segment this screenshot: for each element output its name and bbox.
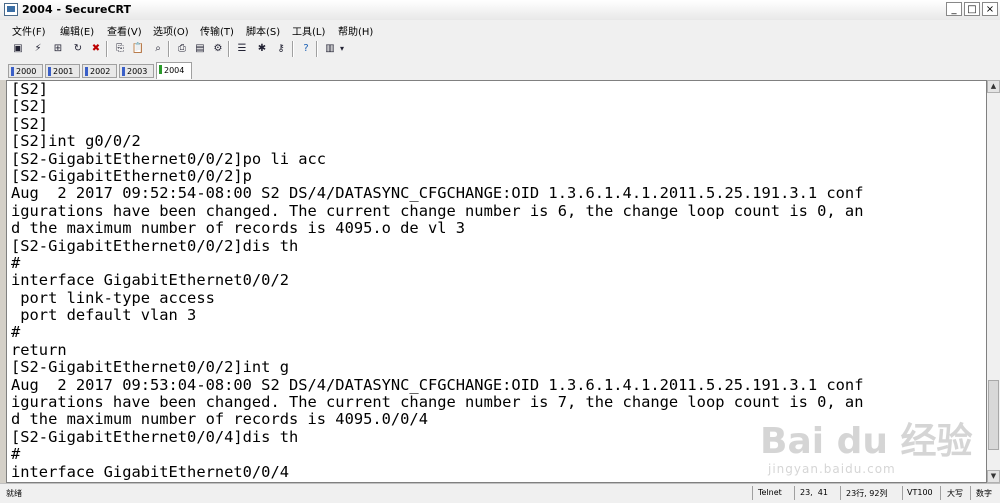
status-emulation: VT100 [907,488,933,497]
status-num-lock: 数字 [976,489,992,498]
status-separator [970,486,971,500]
terminal-line: [S2]int g0/0/2 [11,132,141,151]
terminal-line: igurations have been changed. The curren… [11,201,864,220]
terminal-line: # [11,323,21,342]
terminal-line: [S2-GigabitEthernet0/0/2]po li acc [11,149,327,168]
menu-script[interactable]: 脚本(S) [246,23,280,38]
menu-help[interactable]: 帮助(H) [338,23,373,38]
session-status-marker [122,67,125,76]
terminal-line: Aug 2 2017 09:53:04-08:00 S2 DS/4/DATASY… [11,375,864,394]
window-controls: _ □ × [946,2,998,16]
status-separator [840,486,841,500]
global-options-icon[interactable]: ✱ [254,41,270,57]
status-cursor-position: 23, 41 [800,488,828,497]
scroll-down-arrow-icon[interactable]: ▼ [987,470,1000,483]
session-status-marker [48,67,51,76]
toolbar-overflow-chevron-icon[interactable]: ▾ [338,41,346,57]
status-separator [940,486,941,500]
status-separator [752,486,753,500]
terminal-line: [S2] [11,114,49,133]
menu-tools[interactable]: 工具(L) [292,23,325,38]
connect-in-tab-icon[interactable]: ⊞ [50,41,66,57]
terminal-line: interface GigabitEthernet0/0/2 [11,271,289,290]
disconnect-icon[interactable]: ✖ [88,41,104,57]
toolbar-separator [228,41,230,57]
watermark-logo: Bai du 经验 [760,421,973,462]
tab-2001[interactable]: 2001 [45,64,80,78]
status-rows-cols: 23行, 92列 [846,489,888,498]
title-bar: 2004 - SecureCRT _ □ × [0,0,1000,21]
scroll-up-arrow-icon[interactable]: ▲ [987,80,1000,93]
key-map-icon[interactable]: ⚷ [273,41,289,57]
terminal-line: [S2-GigabitEthernet0/0/2]int g [11,358,289,377]
terminal-line: port default vlan 3 [11,306,197,325]
terminal-line: [S2] [11,97,49,116]
menu-file[interactable]: 文件(F) [12,23,46,38]
print-setup-icon[interactable]: ⚙ [210,41,226,57]
paste-icon[interactable]: 📋 [130,41,146,57]
menu-view[interactable]: 查看(V) [107,23,142,38]
help-icon[interactable]: ? [298,41,314,57]
status-separator [902,486,903,500]
session-tab-bar: 2000 2001 2002 2003 2004 [0,60,1000,80]
menu-edit[interactable]: 编辑(E) [60,23,94,38]
quick-connect-icon[interactable]: ⚡ [30,41,46,57]
terminal-line: d the maximum number of records is 4095.… [11,219,466,238]
session-status-marker [85,67,88,76]
window-title: 2004 - SecureCRT [22,3,132,16]
terminal-line: # [11,445,21,464]
menu-bar: 文件(F) 编辑(E) 查看(V) 选项(O) 传输(T) 脚本(S) 工具(L… [0,20,1000,38]
securecrt-app-icon[interactable] [4,3,18,16]
copy-icon[interactable]: ⎘ [112,41,128,57]
menu-options[interactable]: 选项(O) [153,23,189,38]
terminal-line: port link-type access [11,288,215,307]
terminal-output: [S2] [S2] [S2] [S2]int g0/0/2 [S2-Gigabi… [11,81,863,481]
terminal-line: [S2] [11,80,49,98]
tab-2002[interactable]: 2002 [82,64,117,78]
toolbar-separator [316,41,318,57]
maximize-button[interactable]: □ [964,2,980,16]
close-button[interactable]: × [982,2,998,16]
chat-window-icon[interactable]: ▥ [322,41,338,57]
terminal-line: [S2-GigabitEthernet0/0/4]dis th [11,427,299,446]
terminal-line: igurations have been changed. The curren… [11,393,864,412]
reconnect-icon[interactable]: ↻ [70,41,86,57]
terminal-line: [S2-GigabitEthernet0/0/2]p [11,166,252,185]
tab-2004[interactable]: 2004 [156,62,192,79]
session-options-icon[interactable]: ☰ [234,41,250,57]
menu-transfer[interactable]: 传输(T) [200,23,234,38]
connect-icon[interactable]: ▣ [10,41,26,57]
toolbar-separator [292,41,294,57]
toolbar: ▣ ⚡ ⊞ ↻ ✖ ⎘ 📋 ⌕ ⎙ ▤ ⚙ ☰ ✱ ⚷ ? ▥ ▾ [0,38,1000,61]
baidu-jingyan-watermark: Bai du 经验 jingyan.baidu.com [760,412,980,482]
terminal-line: # [11,253,21,272]
status-ready: 就绪 [6,489,22,498]
terminal-line: [S2-GigabitEthernet0/0/2]dis th [11,236,299,255]
status-separator [794,486,795,500]
tab-2003[interactable]: 2003 [119,64,154,78]
minimize-button[interactable]: _ [946,2,962,16]
vertical-scrollbar[interactable]: ▲ ▼ [987,80,1000,483]
terminal-line: d the maximum number of records is 4095.… [11,410,428,429]
session-status-marker [159,65,162,74]
session-status-marker [11,67,14,76]
print-icon[interactable]: ⎙ [174,41,190,57]
scroll-thumb[interactable] [988,380,999,450]
status-caps-lock: 大写 [947,489,963,498]
toolbar-separator [168,41,170,57]
watermark-url: jingyan.baidu.com [768,462,896,476]
toolbar-separator [106,41,108,57]
status-protocol: Telnet [758,488,782,497]
terminal-line: return [11,340,67,359]
find-icon[interactable]: ⌕ [150,41,166,57]
tab-2000[interactable]: 2000 [8,64,43,78]
print-selection-icon[interactable]: ▤ [192,41,208,57]
terminal-line: Aug 2 2017 09:52:54-08:00 S2 DS/4/DATASY… [11,184,864,203]
status-bar: 就绪 Telnet 23, 41 23行, 92列 VT100 大写 数字 [0,483,1000,503]
terminal-line: interface GigabitEthernet0/0/4 [11,462,289,481]
